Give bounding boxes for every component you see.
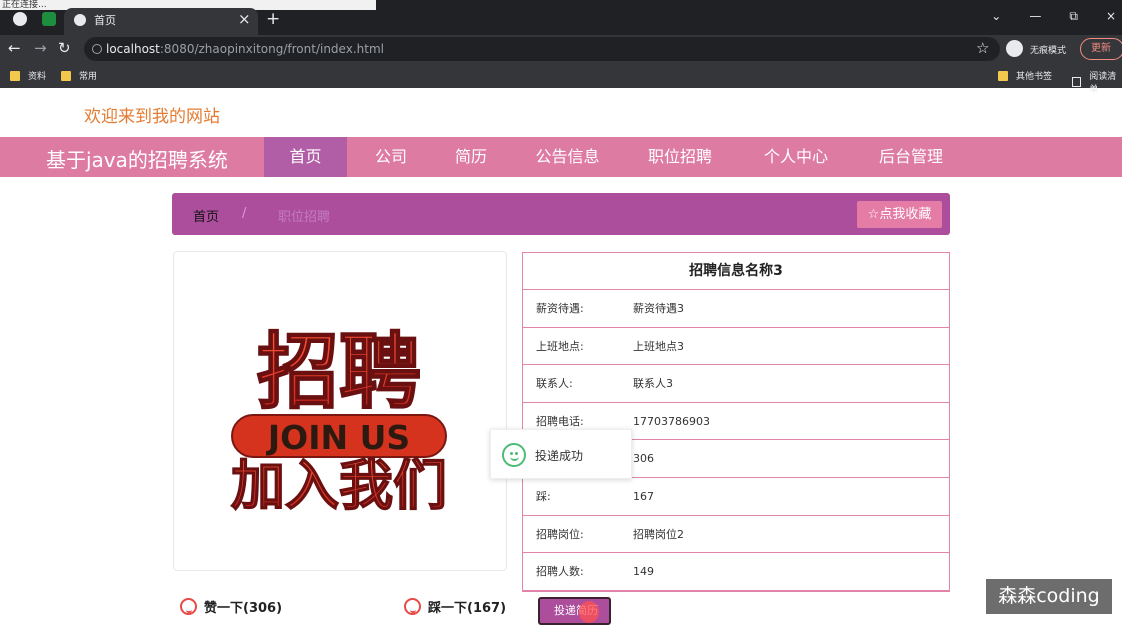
dislike-button[interactable]: 踩一下(167) xyxy=(404,597,506,616)
spreadsheet-icon[interactable] xyxy=(42,12,56,26)
graphic-join-us-chinese: 加入我们 xyxy=(231,454,447,516)
dislike-label: 踩一下(167) xyxy=(428,601,507,616)
nav-resume[interactable]: 简历 xyxy=(431,137,511,177)
detail-value: 167 xyxy=(633,489,654,503)
plus-icon[interactable]: + xyxy=(266,9,280,29)
bookmark-label: 常用 xyxy=(79,72,98,82)
breadcrumb-current: 职位招聘 xyxy=(278,210,331,225)
address-path: :8080/zhaopinxitong/front/index.html xyxy=(159,42,384,56)
detail-label: 上班地点: xyxy=(536,339,584,353)
back-icon[interactable]: ← xyxy=(8,39,21,57)
welcome-text: 欢迎来到我的网站 xyxy=(84,107,220,127)
detail-label: 薪资待遇: xyxy=(536,302,584,316)
smile-mouth xyxy=(510,454,519,461)
recruitment-graphic: 招聘 JOIN US 加入我们 xyxy=(197,326,483,516)
bookmark-label: 其他书签 xyxy=(1016,72,1053,82)
incognito-label: 无痕模式 xyxy=(1030,46,1067,56)
info-icon[interactable] xyxy=(92,44,102,54)
address-bar[interactable]: localhost:8080/zhaopinxitong/front/index… xyxy=(84,37,1000,61)
smile-icon xyxy=(502,443,526,467)
detail-row-dislike-count: 踩: 167 xyxy=(523,478,949,516)
detail-value: 联系人3 xyxy=(633,377,673,391)
address-host: localhost xyxy=(106,42,160,56)
watermark: 森森coding xyxy=(986,579,1112,614)
cursor-highlight xyxy=(579,601,599,623)
graphic-join-us: JOIN US xyxy=(266,418,410,457)
close-icon[interactable]: × xyxy=(238,10,251,28)
detail-label: 联系人: xyxy=(536,377,573,391)
bookmark-label: 资料 xyxy=(28,72,47,82)
star-icon[interactable]: ☆ xyxy=(976,39,989,57)
bookmarks-bar xyxy=(0,63,1122,88)
detail-row-headcount: 招聘人数: 149 xyxy=(523,553,949,591)
job-detail-table: 招聘信息名称3 薪资待遇: 薪资待遇3 上班地点: 上班地点3 联系人: 联系人3 招… xyxy=(522,252,950,592)
smile-icon xyxy=(404,598,421,615)
nav-admin[interactable]: 后台管理 xyxy=(856,137,966,177)
detail-value: 上班地点3 xyxy=(633,339,684,353)
detail-row-location: 上班地点: 上班地点3 xyxy=(523,328,949,366)
window-controls: ⌄ — ⧉ × xyxy=(991,9,1116,24)
breadcrumb-home[interactable]: 首页 xyxy=(193,206,219,225)
other-bookmarks[interactable]: 其他书签 xyxy=(998,69,1052,82)
minimize-icon[interactable]: — xyxy=(1029,9,1041,24)
smile-icon xyxy=(180,598,197,615)
close-window-icon[interactable]: × xyxy=(1106,9,1116,24)
folder-icon xyxy=(10,70,20,81)
favorite-button[interactable]: ☆点我收藏 xyxy=(857,201,942,228)
bookmark-folder[interactable]: 常用 xyxy=(61,69,97,82)
site-title: 基于java的招聘系统 xyxy=(46,148,228,172)
folder-icon xyxy=(998,70,1008,81)
globe-icon[interactable] xyxy=(13,12,27,26)
detail-value: 306 xyxy=(633,452,654,466)
nav-home[interactable]: 首页 xyxy=(264,137,347,177)
detail-label: 招聘人数: xyxy=(536,565,584,579)
detail-label: 招聘岗位: xyxy=(536,527,584,541)
like-button[interactable]: 赞一下(306) xyxy=(180,597,282,616)
breadcrumb-separator: / xyxy=(242,206,247,221)
like-label: 赞一下(306) xyxy=(204,601,283,616)
apply-resume-button[interactable]: 投递简历 xyxy=(538,597,611,625)
nav-jobs[interactable]: 职位招聘 xyxy=(624,137,736,177)
detail-value: 17703786903 xyxy=(633,414,710,428)
browser-tab-title[interactable]: 首页 xyxy=(94,12,116,28)
update-button[interactable]: 更新 xyxy=(1080,38,1122,60)
success-message: 投递成功 xyxy=(535,449,584,463)
reload-icon[interactable]: ↻ xyxy=(58,39,71,57)
nav-personal-center[interactable]: 个人中心 xyxy=(736,137,856,177)
nav-company[interactable]: 公司 xyxy=(351,137,431,177)
nav-announcements[interactable]: 公告信息 xyxy=(511,137,624,177)
bookmark-folder[interactable]: 资料 xyxy=(10,69,46,82)
graphic-recruit-text: 招聘 xyxy=(257,326,421,420)
reading-list-icon xyxy=(1072,77,1082,87)
chevron-down-icon[interactable]: ⌄ xyxy=(991,9,1001,24)
restore-icon[interactable]: ⧉ xyxy=(1069,9,1078,24)
detail-row-position: 招聘岗位: 招聘岗位2 xyxy=(523,516,949,554)
detail-value: 薪资待遇3 xyxy=(633,302,684,316)
reading-list[interactable]: 阅读清单 xyxy=(1072,69,1122,95)
profile-icon[interactable] xyxy=(1006,40,1023,57)
folder-icon xyxy=(61,70,71,81)
job-title: 招聘信息名称3 xyxy=(523,253,949,290)
detail-row-contact: 联系人: 联系人3 xyxy=(523,365,949,403)
bookmark-label: 阅读清单 xyxy=(1089,72,1117,95)
detail-value: 招聘岗位2 xyxy=(633,527,684,541)
globe-icon xyxy=(74,14,86,26)
detail-label: 踩: xyxy=(536,490,551,504)
detail-label: 招聘电话: xyxy=(536,415,584,429)
forward-icon[interactable]: → xyxy=(34,39,47,57)
detail-row-salary: 薪资待遇: 薪资待遇3 xyxy=(523,290,949,328)
detail-value: 149 xyxy=(633,564,654,578)
